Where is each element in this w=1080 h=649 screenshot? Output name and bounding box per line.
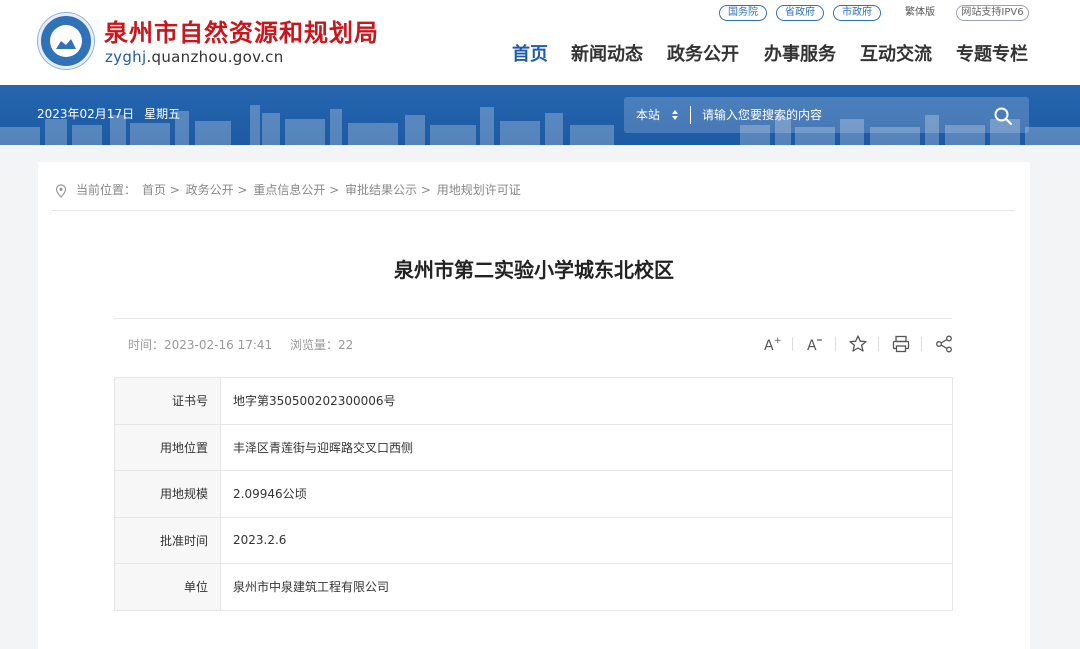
tool-divider xyxy=(792,337,793,351)
content-card: 当前位置： 首页 > 政务公开 > 重点信息公开 > 审批结果公示 > 用地规划… xyxy=(38,162,1030,649)
breadcrumb-land-permit[interactable]: 用地规划许可证 xyxy=(437,183,521,197)
search-bar: 本站 xyxy=(624,97,1029,133)
row-key: 单位 xyxy=(114,563,221,611)
search-input[interactable] xyxy=(702,103,982,127)
link-city-gov[interactable]: 市政府 xyxy=(833,5,881,21)
font-increase-icon[interactable]: A + xyxy=(762,334,782,354)
search-icon[interactable] xyxy=(992,105,1014,127)
current-date: 2023年02月17日 星期五 xyxy=(37,107,181,121)
svg-text:+: + xyxy=(774,336,782,346)
row-key: 批准时间 xyxy=(114,516,221,564)
nav-home[interactable]: 首页 xyxy=(512,42,548,68)
breadcrumb-label: 当前位置： xyxy=(76,183,137,197)
nav-services[interactable]: 办事服务 xyxy=(764,42,836,68)
print-icon[interactable] xyxy=(891,334,911,354)
star-icon[interactable] xyxy=(848,334,868,354)
article-meta: 时间：2023-02-16 17:41 浏览量：22 xyxy=(128,336,353,353)
tool-divider xyxy=(835,337,836,351)
site-domain: zyghj.quanzhou.gov.cn xyxy=(105,48,284,66)
row-key: 证书号 xyxy=(114,377,221,425)
nav-special-topics[interactable]: 专题专栏 xyxy=(956,42,1028,68)
table-row: 批准时间 2023.2.6 xyxy=(114,516,953,564)
link-state-council[interactable]: 国务院 xyxy=(719,5,767,21)
breadcrumb-gov-affairs[interactable]: 政务公开 xyxy=(186,183,234,197)
breadcrumb-separator: > xyxy=(420,183,431,197)
breadcrumb-separator: > xyxy=(237,183,248,197)
row-value: 丰泽区青莲街与迎晖路交叉口西侧 xyxy=(220,423,953,471)
breadcrumb-separator: > xyxy=(169,183,180,197)
table-row: 证书号 地字第350500202300006号 xyxy=(114,377,953,425)
search-divider xyxy=(690,106,691,124)
row-key: 用地规模 xyxy=(114,470,221,518)
banner: 2023年02月17日 星期五 本站 xyxy=(0,85,1080,145)
ipv6-badge[interactable]: 网站支持IPV6 xyxy=(956,5,1029,21)
site-title[interactable]: 泉州市自然资源和规划局 xyxy=(104,13,379,48)
link-provincial-gov[interactable]: 省政府 xyxy=(776,5,824,21)
share-icon[interactable] xyxy=(934,334,954,354)
divider xyxy=(52,210,1014,211)
table-row: 用地位置 丰泽区青莲街与迎晖路交叉口西侧 xyxy=(114,423,953,471)
publish-time: 时间：2023-02-16 17:41 xyxy=(128,338,273,352)
select-arrows-icon[interactable] xyxy=(670,107,680,123)
row-value: 2.09946公顷 xyxy=(220,470,953,518)
row-key: 用地位置 xyxy=(114,423,221,471)
permit-info-table: 证书号 地字第350500202300006号 用地位置 丰泽区青莲街与迎晖路交… xyxy=(114,377,953,611)
breadcrumb-approval-results[interactable]: 审批结果公示 xyxy=(345,183,417,197)
breadcrumb-home[interactable]: 首页 xyxy=(142,183,166,197)
row-value: 地字第350500202300006号 xyxy=(220,377,953,425)
font-decrease-icon[interactable]: A xyxy=(805,334,825,354)
table-row: 单位 泉州市中泉建筑工程有限公司 xyxy=(114,563,953,611)
nav-interaction[interactable]: 互动交流 xyxy=(860,42,932,68)
svg-text:A: A xyxy=(807,338,817,354)
view-count: 浏览量：22 xyxy=(289,338,354,352)
search-scope-select[interactable]: 本站 xyxy=(636,106,660,123)
site-logo-icon[interactable] xyxy=(38,13,94,69)
svg-text:A: A xyxy=(764,338,774,354)
tool-divider xyxy=(878,337,879,351)
breadcrumb-separator: > xyxy=(329,183,340,197)
row-value: 2023.2.6 xyxy=(220,516,953,564)
divider xyxy=(114,318,952,319)
nav-news[interactable]: 新闻动态 xyxy=(571,42,643,68)
row-value: 泉州市中泉建筑工程有限公司 xyxy=(220,563,953,611)
article-title: 泉州市第二实验小学城东北校区 xyxy=(394,258,674,282)
tool-divider xyxy=(921,337,922,351)
breadcrumb-key-info[interactable]: 重点信息公开 xyxy=(253,183,325,197)
traditional-chinese-link[interactable]: 繁体版 xyxy=(905,5,935,21)
site-header: 泉州市自然资源和规划局 zyghj.quanzhou.gov.cn 国务院 省政… xyxy=(0,0,1080,85)
location-pin-icon xyxy=(55,184,67,198)
nav-gov-affairs[interactable]: 政务公开 xyxy=(667,42,739,68)
table-row: 用地规模 2.09946公顷 xyxy=(114,470,953,518)
